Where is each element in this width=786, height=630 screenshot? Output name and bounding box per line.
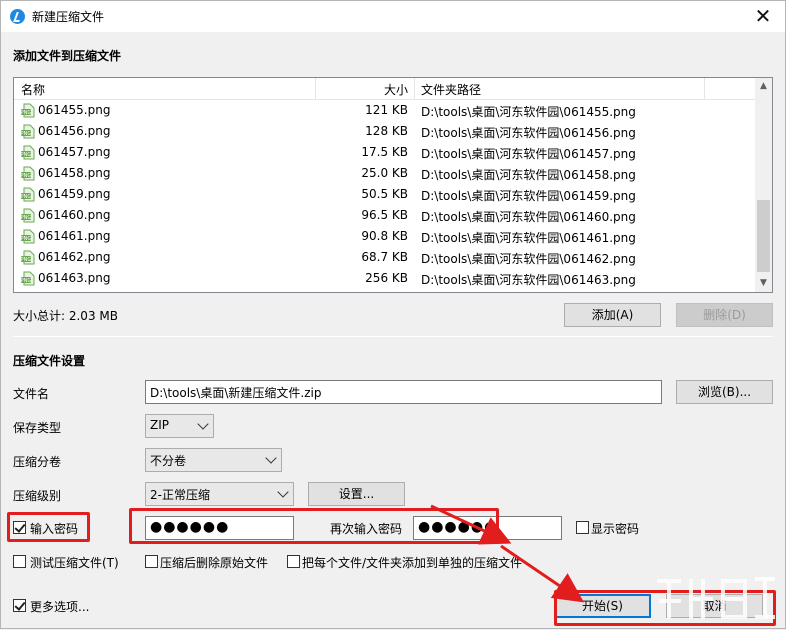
compress-dialog: 新建压缩文件 ✕ 添加文件到压缩文件 名称 大小 文件夹路径 PNG 06145… (0, 0, 786, 629)
annotation-arrow (430, 504, 512, 545)
watermark-logo-icon (657, 577, 775, 619)
annotation-arrow (500, 544, 584, 603)
annotation-arrows (430, 504, 584, 603)
